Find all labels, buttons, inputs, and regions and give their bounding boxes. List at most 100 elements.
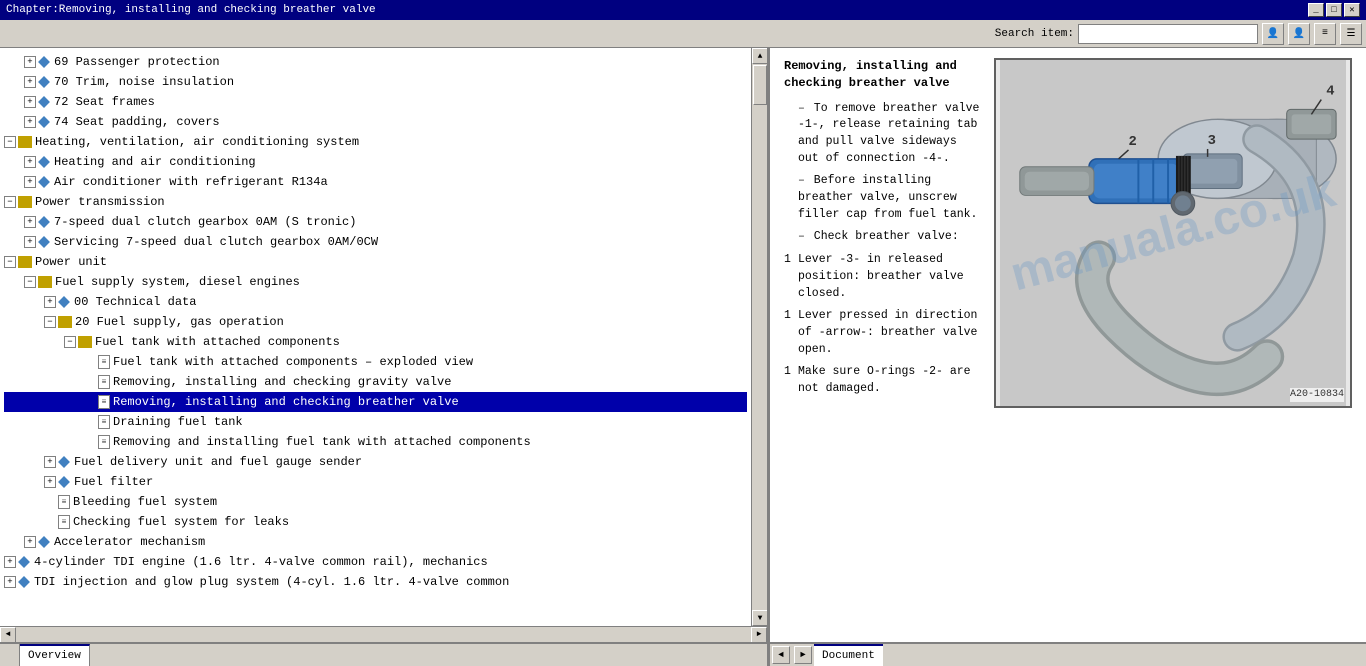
menu-button-2[interactable]: ☰: [1340, 23, 1362, 45]
maximize-button[interactable]: □: [1326, 3, 1342, 17]
expand-icon-aircon[interactable]: +: [24, 176, 36, 188]
tree-item-delivery[interactable]: + Fuel delivery unit and fuel gauge send…: [4, 452, 747, 472]
tree-item-74[interactable]: + 74 Seat padding, covers: [4, 112, 747, 132]
tree-item-hvac[interactable]: − Heating, ventilation, air conditioning…: [4, 132, 747, 152]
para-2: – Before installing breather valve, unsc…: [784, 173, 984, 223]
doc-image: manuala.co.uk: [994, 58, 1352, 408]
close-button[interactable]: ✕: [1344, 3, 1360, 17]
expand-icon-7speed[interactable]: +: [24, 216, 36, 228]
scroll-left-button[interactable]: ◄: [0, 627, 16, 643]
tree-item-power-trans[interactable]: − Power transmission: [4, 192, 747, 212]
tree-item-fuel-tank[interactable]: − Fuel tank with attached components: [4, 332, 747, 352]
user-icon-2[interactable]: 👤: [1288, 23, 1310, 45]
tree-item-72[interactable]: + 72 Seat frames: [4, 92, 747, 112]
tree-item-00[interactable]: + 00 Technical data: [4, 292, 747, 312]
expand-icon-00[interactable]: +: [44, 296, 56, 308]
tree-item-label-4cyl: 4-cylinder TDI engine (1.6 ltr. 4-valve …: [34, 553, 488, 571]
tree-item-4cyl[interactable]: + 4-cylinder TDI engine (1.6 ltr. 4-valv…: [4, 552, 747, 572]
doc-nav-next[interactable]: ►: [794, 646, 812, 664]
expand-icon-70[interactable]: +: [24, 76, 36, 88]
doc-icon-gravity: ≡: [98, 375, 110, 389]
tree-item-power-unit[interactable]: − Power unit: [4, 252, 747, 272]
tree-item-70[interactable]: + 70 Trim, noise insulation: [4, 72, 747, 92]
scroll-track[interactable]: [752, 64, 767, 610]
minimize-button[interactable]: _: [1308, 3, 1324, 17]
horizontal-scrollbar[interactable]: ◄ ►: [0, 626, 767, 642]
search-input[interactable]: [1078, 24, 1258, 44]
tree-item-gravity[interactable]: ≡ Removing, installing and checking grav…: [4, 372, 747, 392]
doc-nav-prev[interactable]: ◄: [772, 646, 790, 664]
tree-item-heating[interactable]: + Heating and air conditioning: [4, 152, 747, 172]
tree-item-breather[interactable]: ≡ Removing, installing and checking brea…: [4, 392, 747, 412]
scroll-right-button[interactable]: ►: [751, 627, 767, 643]
document-tab[interactable]: Document: [814, 644, 883, 666]
tree-item-label-aircon: Air conditioner with refrigerant R134a: [54, 173, 328, 191]
expand-icon-hvac[interactable]: −: [4, 136, 16, 148]
expand-icon-fuel-supply[interactable]: −: [24, 276, 36, 288]
svg-text:3: 3: [1208, 133, 1216, 149]
tree-item-label-drain: Draining fuel tank: [113, 413, 243, 431]
main-content: + 69 Passenger protection + 70 Trim, noi…: [0, 48, 1366, 642]
tree-item-fuel-supply[interactable]: − Fuel supply system, diesel engines: [4, 272, 747, 292]
expand-icon-4cyl[interactable]: +: [4, 556, 16, 568]
tree-item-servicing[interactable]: + Servicing 7-speed dual clutch gearbox …: [4, 232, 747, 252]
user-icon-1[interactable]: 👤: [1262, 23, 1284, 45]
h-scroll-track[interactable]: [16, 627, 751, 643]
status-right: ◄ ► Document: [770, 644, 1366, 666]
tree-item-label-74: 74 Seat padding, covers: [54, 113, 220, 131]
tree-item-tdi[interactable]: + TDI injection and glow plug system (4-…: [4, 572, 747, 592]
scroll-up-button[interactable]: ▲: [752, 48, 767, 64]
tree-item-accelerator[interactable]: + Accelerator mechanism: [4, 532, 747, 552]
svg-text:2: 2: [1129, 134, 1137, 150]
tree-item-exploded[interactable]: ≡ Fuel tank with attached components – e…: [4, 352, 747, 372]
para-5: 1 Lever pressed in direction of -arrow-:…: [784, 308, 984, 358]
expand-icon-accelerator[interactable]: +: [24, 536, 36, 548]
expand-icon-servicing[interactable]: +: [24, 236, 36, 248]
tree-item-removing-tank[interactable]: ≡ Removing and installing fuel tank with…: [4, 432, 747, 452]
folder-icon-74: [38, 116, 50, 128]
para-text-5: Lever pressed in direction of -arrow-: b…: [798, 308, 984, 358]
expand-icon[interactable]: +: [24, 56, 36, 68]
diamond-icon-aircon: [38, 176, 50, 188]
tree-item-label-fuel-tank: Fuel tank with attached components: [95, 333, 340, 351]
expand-icon-fuel-tank[interactable]: −: [64, 336, 76, 348]
book-icon-power-unit: [18, 256, 32, 268]
tree-item-20[interactable]: − 20 Fuel supply, gas operation: [4, 312, 747, 332]
tree-item-label-hvac: Heating, ventilation, air conditioning s…: [35, 133, 359, 151]
menu-button-1[interactable]: ≡: [1314, 23, 1336, 45]
tree-item-filter[interactable]: + Fuel filter: [4, 472, 747, 492]
expand-icon-74[interactable]: +: [24, 116, 36, 128]
title-bar: Chapter:Removing, installing and checkin…: [0, 0, 1366, 20]
diamond-icon-accelerator: [38, 536, 50, 548]
doc-icon-checking: ≡: [58, 515, 70, 529]
doc-icon-drain: ≡: [98, 415, 110, 429]
tree-item-label-checking-leaks: Checking fuel system for leaks: [73, 513, 289, 531]
tree-item-checking-leaks[interactable]: ≡ Checking fuel system for leaks: [4, 512, 747, 532]
tree-item-69[interactable]: + 69 Passenger protection: [4, 52, 747, 72]
document-tab-label: Document: [822, 650, 875, 662]
scroll-down-button[interactable]: ▼: [752, 610, 767, 626]
title-text: Chapter:Removing, installing and checkin…: [6, 4, 376, 16]
expand-icon-delivery[interactable]: +: [44, 456, 56, 468]
expand-icon-filter[interactable]: +: [44, 476, 56, 488]
tree-item-7speed[interactable]: + 7-speed dual clutch gearbox 0AM (S tro…: [4, 212, 747, 232]
overview-tab[interactable]: Overview: [20, 644, 90, 666]
tree-item-label-servicing: Servicing 7-speed dual clutch gearbox 0A…: [54, 233, 378, 251]
expand-icon-tdi[interactable]: +: [4, 576, 16, 588]
vertical-scrollbar[interactable]: ▲ ▼: [751, 48, 767, 626]
search-label: Search item:: [995, 28, 1074, 40]
tree-item-drain[interactable]: ≡ Draining fuel tank: [4, 412, 747, 432]
scroll-thumb[interactable]: [753, 65, 767, 105]
expand-icon-20[interactable]: −: [44, 316, 56, 328]
doc-icon-bleeding: ≡: [58, 495, 70, 509]
expand-icon-72[interactable]: +: [24, 96, 36, 108]
expand-icon-power-trans[interactable]: −: [4, 196, 16, 208]
para-num-5: 1: [784, 308, 798, 358]
para-3: – Check breather valve:: [784, 229, 984, 246]
expand-icon-heating[interactable]: +: [24, 156, 36, 168]
expand-icon-power-unit[interactable]: −: [4, 256, 16, 268]
doc-icon-removing-tank: ≡: [98, 435, 110, 449]
tree-item-label-accelerator: Accelerator mechanism: [54, 533, 205, 551]
tree-item-bleeding[interactable]: ≡ Bleeding fuel system: [4, 492, 747, 512]
tree-item-aircon[interactable]: + Air conditioner with refrigerant R134a: [4, 172, 747, 192]
